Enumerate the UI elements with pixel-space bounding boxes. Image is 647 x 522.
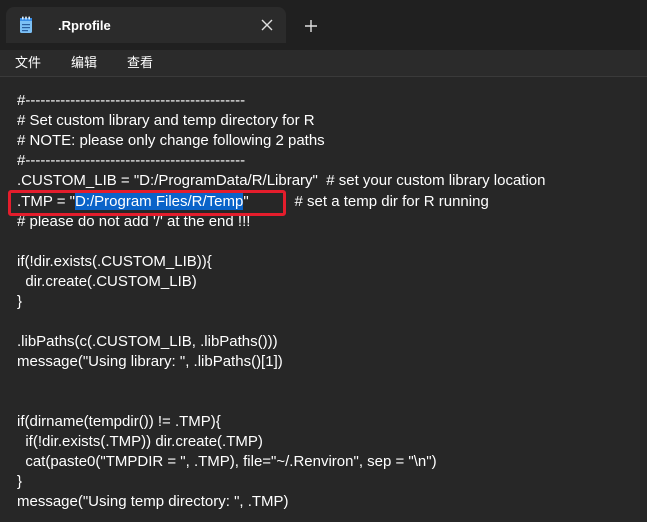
code-line: if(!dir.exists(.TMP)) dir.create(.TMP) (17, 433, 263, 450)
code-line: } (17, 473, 23, 490)
code-line: message("Using temp directory: ", .TMP) (17, 493, 289, 510)
code-line: if(!dir.exists(.CUSTOM_LIB)){ (17, 253, 212, 270)
menu-bar: 文件 编辑 查看 (0, 50, 647, 76)
code-line: #---------------------------------------… (17, 92, 246, 109)
code-line: } (17, 293, 23, 310)
code-line: .libPaths(c(.CUSTOM_LIB, .libPaths())) (17, 333, 278, 350)
tab-title: .Rprofile (58, 18, 111, 33)
code-line: cat(paste0("TMPDIR = ", .TMP), file="~/.… (17, 453, 437, 470)
annotation-highlight-box (8, 190, 286, 216)
close-icon[interactable] (260, 18, 274, 32)
code-line: message("Using library: ", .libPaths()[1… (17, 353, 283, 370)
code-line: if(dirname(tempdir()) != .TMP){ (17, 413, 221, 430)
menu-item-edit[interactable]: 编辑 (71, 52, 97, 71)
title-bar: .Rprofile (0, 0, 647, 50)
code-line: dir.create(.CUSTOM_LIB) (17, 273, 197, 290)
notepad-window: .Rprofile 文件 编辑 查看 #--------------------… (0, 0, 647, 522)
code-line: # NOTE: please only change following 2 p… (17, 132, 325, 149)
plus-icon[interactable] (303, 18, 319, 34)
menu-item-file[interactable]: 文件 (15, 52, 41, 71)
code-line: #---------------------------------------… (17, 152, 246, 169)
menu-item-view[interactable]: 查看 (127, 52, 153, 71)
file-tab[interactable]: .Rprofile (6, 7, 286, 43)
code-line: # Set custom library and temp directory … (17, 112, 315, 129)
notepad-file-icon (20, 16, 32, 33)
code-line: .CUSTOM_LIB = "D:/ProgramData/R/Library"… (17, 172, 546, 189)
